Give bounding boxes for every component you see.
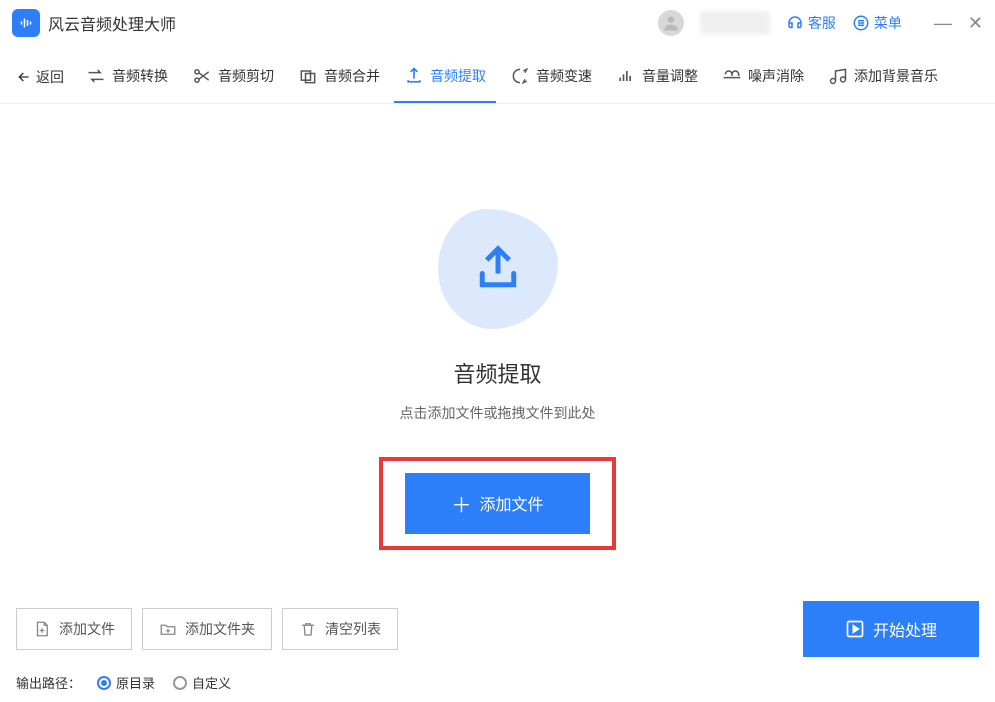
output-path-label: 输出路径： (16, 673, 81, 692)
play-icon (845, 619, 865, 639)
empty-title: 音频提取 (453, 357, 541, 389)
extract-icon (404, 66, 424, 86)
volume-bars-icon (616, 66, 636, 86)
start-processing-button[interactable]: 开始处理 (803, 601, 979, 657)
user-avatar[interactable] (658, 10, 684, 36)
speed-icon (510, 66, 530, 86)
add-file-highlight: ＋ 添加文件 (379, 457, 615, 550)
minimize-button[interactable]: — (934, 14, 952, 32)
tab-background-music[interactable]: 添加背景音乐 (818, 50, 948, 103)
title-bar: 风云音频处理大师 客服 菜单 — ✕ (0, 0, 995, 46)
customer-service-link[interactable]: 客服 (786, 13, 836, 33)
convert-icon (86, 66, 106, 86)
upload-illustration (438, 209, 558, 329)
folder-plus-icon (159, 620, 177, 638)
user-name-redacted (700, 11, 770, 35)
app-title: 风云音频处理大师 (48, 11, 176, 35)
tab-audio-merge[interactable]: 音频合并 (288, 50, 390, 103)
trash-icon (299, 620, 317, 638)
menu-link[interactable]: 菜单 (852, 13, 902, 33)
merge-icon (298, 66, 318, 86)
footer: 添加文件 添加文件夹 清空列表 开始处理 输出路径： 原目录 自定义 (0, 601, 995, 702)
empty-subtitle: 点击添加文件或拖拽文件到此处 (400, 403, 596, 423)
close-button[interactable]: ✕ (968, 14, 983, 32)
tab-audio-convert[interactable]: 音频转换 (76, 50, 178, 103)
main-empty-state: 音频提取 点击添加文件或拖拽文件到此处 ＋ 添加文件 (0, 104, 995, 614)
back-button[interactable]: 返回 (8, 67, 72, 87)
radio-original-dir[interactable]: 原目录 (97, 673, 155, 692)
footer-add-file-button[interactable]: 添加文件 (16, 608, 132, 650)
tab-audio-cut[interactable]: 音频剪切 (182, 50, 284, 103)
main-toolbar: 返回 音频转换 音频剪切 音频合并 音频提取 音频变速 音量调整 噪声消除 添加… (0, 50, 995, 104)
arrow-left-icon (16, 69, 32, 85)
menu-icon (852, 14, 870, 32)
noise-icon (722, 66, 742, 86)
radio-dot-icon (97, 676, 111, 690)
tab-volume-adjust[interactable]: 音量调整 (606, 50, 708, 103)
plus-icon: ＋ (451, 489, 471, 518)
output-path-radio-group: 原目录 自定义 (97, 673, 231, 692)
music-note-icon (828, 66, 848, 86)
radio-custom-dir[interactable]: 自定义 (173, 673, 231, 692)
tab-audio-extract[interactable]: 音频提取 (394, 50, 496, 103)
file-plus-icon (33, 620, 51, 638)
footer-clear-list-button[interactable]: 清空列表 (282, 608, 398, 650)
headset-icon (786, 14, 804, 32)
radio-dot-icon (173, 676, 187, 690)
tab-audio-speed[interactable]: 音频变速 (500, 50, 602, 103)
app-logo-icon (12, 9, 40, 37)
scissors-icon (192, 66, 212, 86)
add-file-main-button[interactable]: ＋ 添加文件 (405, 473, 589, 534)
tab-noise-reduce[interactable]: 噪声消除 (712, 50, 814, 103)
upload-icon (471, 242, 525, 296)
footer-add-folder-button[interactable]: 添加文件夹 (142, 608, 272, 650)
